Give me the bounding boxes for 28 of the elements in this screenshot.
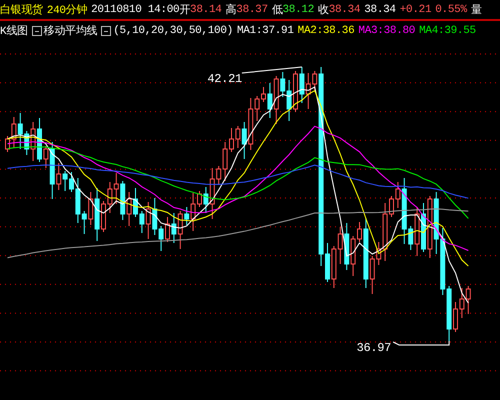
collapse-icon[interactable]: [32, 26, 42, 36]
leader-line: [392, 340, 450, 346]
moving-average-value: MA1:37.91: [236, 24, 294, 36]
last-price: 38.34: [364, 4, 396, 16]
volume-label: 量: [470, 3, 482, 17]
moving-average-value: MA3:38.80: [358, 24, 416, 36]
quote-value: 38.34: [328, 4, 360, 16]
quote-label: 低: [272, 4, 282, 17]
high-price-label: 42.21: [207, 72, 242, 86]
low-price-label: 36.97: [356, 341, 392, 355]
quote-label: 收: [318, 3, 329, 17]
collapse-icon[interactable]: [101, 26, 112, 36]
leader-line: [241, 66, 302, 74]
period-label: 240分钟: [46, 3, 88, 17]
chart-type-label: K线图: [0, 24, 28, 38]
percent-change: 0.55%: [435, 4, 467, 16]
instrument-name: 白银现货: [0, 3, 43, 17]
quote-value: 38.12: [282, 4, 314, 16]
indicator-params: (5,10,20,30,50,100): [113, 24, 233, 36]
datetime-label: 20110810 14:00: [91, 4, 180, 16]
quote-value: 38.14: [190, 4, 222, 16]
indicator-name: 移动平均线: [44, 24, 98, 38]
quote-label: 开: [179, 4, 190, 17]
moving-average-value: MA4:39.55: [419, 24, 476, 36]
quote-label: 高: [226, 2, 236, 17]
price-change: +0.21: [400, 4, 432, 16]
moving-average-value: MA2:38.36: [298, 24, 354, 36]
quote-value: 38.37: [236, 4, 268, 16]
